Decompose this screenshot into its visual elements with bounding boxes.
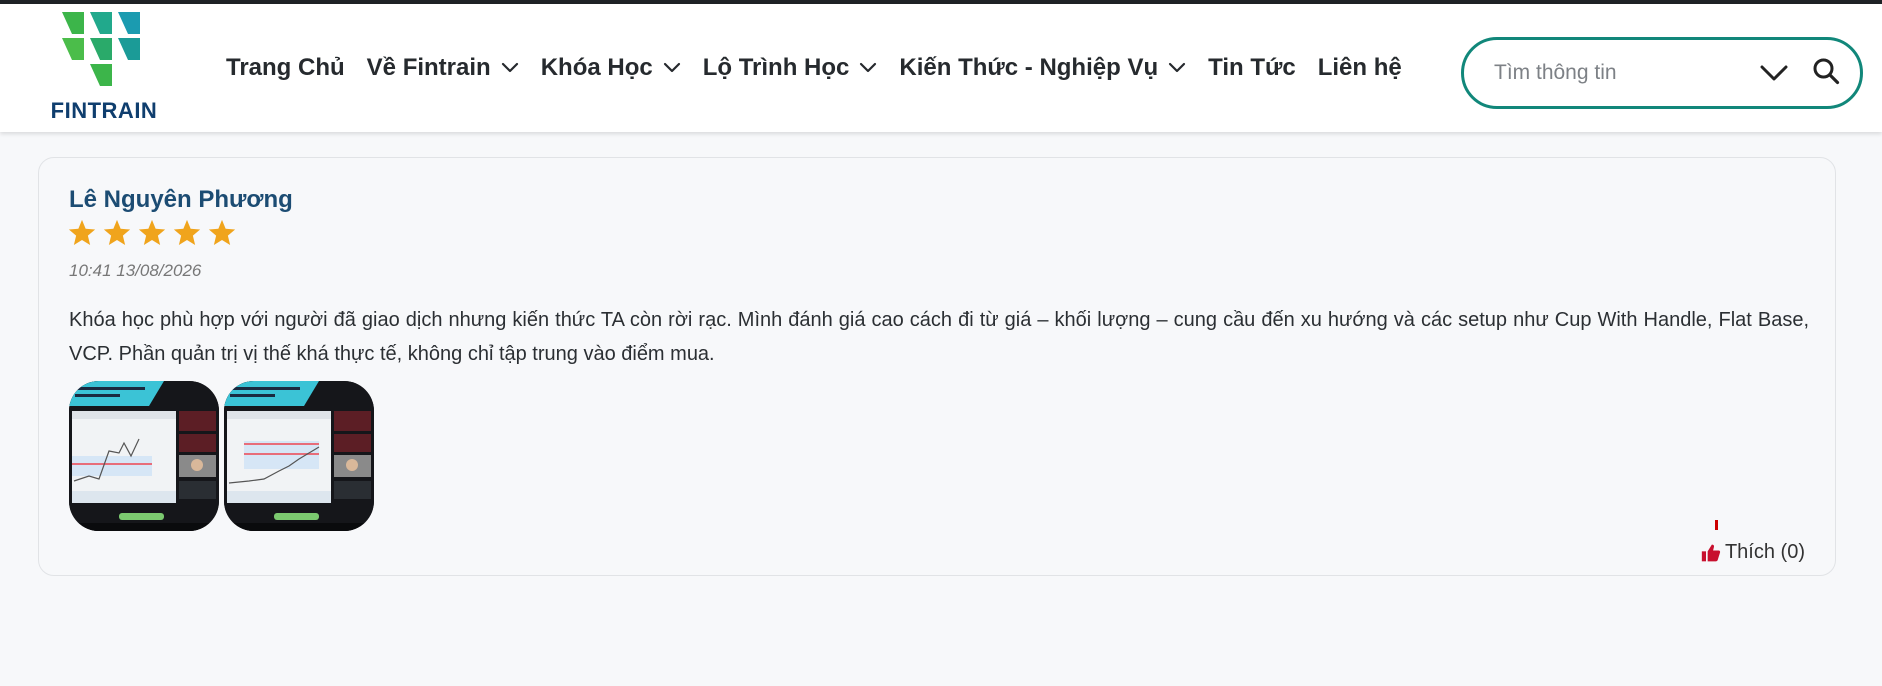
review-image-1[interactable] [69,381,219,531]
search-input[interactable] [1494,61,1744,85]
nav-item[interactable]: Tin Tức [1208,54,1296,82]
search-box[interactable] [1461,37,1863,109]
review-card: Lê Nguyên Phương 10:41 13/08/2026 Khóa h… [38,157,1836,576]
rating-stars [67,218,242,248]
nav-item[interactable]: Khóa Học [541,54,681,82]
logo-cell [62,12,84,34]
review-image-2[interactable] [224,381,374,531]
nav-item-label: Kiến Thức - Nghiệp Vụ [899,54,1159,81]
fintrain-logo[interactable]: FINTRAIN [42,8,166,128]
nav-item[interactable]: Về Fintrain [367,54,519,82]
nav-item-label: Tin Tức [1208,54,1296,81]
review-timestamp: 10:41 13/08/2026 [69,261,202,280]
like-indicator-mark [1715,520,1718,530]
review-author: Lê Nguyên Phương [69,186,293,213]
like-button[interactable]: Thích (0) [1701,541,1805,564]
like-label: Thích (0) [1724,541,1805,563]
nav-item[interactable]: Kiến Thức - Nghiệp Vụ [899,54,1186,82]
logo-cell [118,12,140,34]
logo-cell [118,38,140,60]
logo-cell [90,12,112,34]
webinar-screenshot-image [69,381,219,531]
logo-mark-icon [62,12,140,86]
chevron-down-icon [1169,62,1186,73]
chevron-down-icon [663,62,680,73]
star-icon [138,219,166,245]
nav-item[interactable]: Trang Chủ [226,54,345,82]
nav-item-label: Khóa Học [540,54,653,81]
logo-cell [62,38,84,60]
star-icon [208,219,236,245]
star-icon [103,219,131,245]
nav-item-label: Về Fintrain [366,54,491,81]
main-nav: Trang Chủ Về Fintrain Khóa Học Lộ Trình Học… [226,54,1424,82]
thumbs-up-icon [1701,544,1721,561]
review-comment: Khóa học phù hợp với người đã giao dịch … [69,309,1809,365]
nav-item[interactable]: Lộ Trình Học [703,54,878,82]
nav-item-label: Lộ Trình Học [702,54,850,81]
nav-item[interactable]: Liên hệ [1318,54,1402,82]
star-icon [68,219,96,245]
logo-cell [90,38,112,60]
chevron-down-icon[interactable] [1760,64,1788,82]
search-icon[interactable] [1812,57,1840,85]
nav-item-label: Liên hệ [1317,54,1402,81]
webinar-screenshot-image [224,381,374,531]
logo-cell [90,64,112,86]
nav-item-label: Trang Chủ [226,54,345,81]
site-header: FINTRAIN Trang Chủ Về Fintrain Khóa Học Lộ … [0,4,1882,132]
chevron-down-icon [501,62,518,73]
logo-text: FINTRAIN [50,98,158,123]
star-icon [173,219,201,245]
chevron-down-icon [860,62,877,73]
